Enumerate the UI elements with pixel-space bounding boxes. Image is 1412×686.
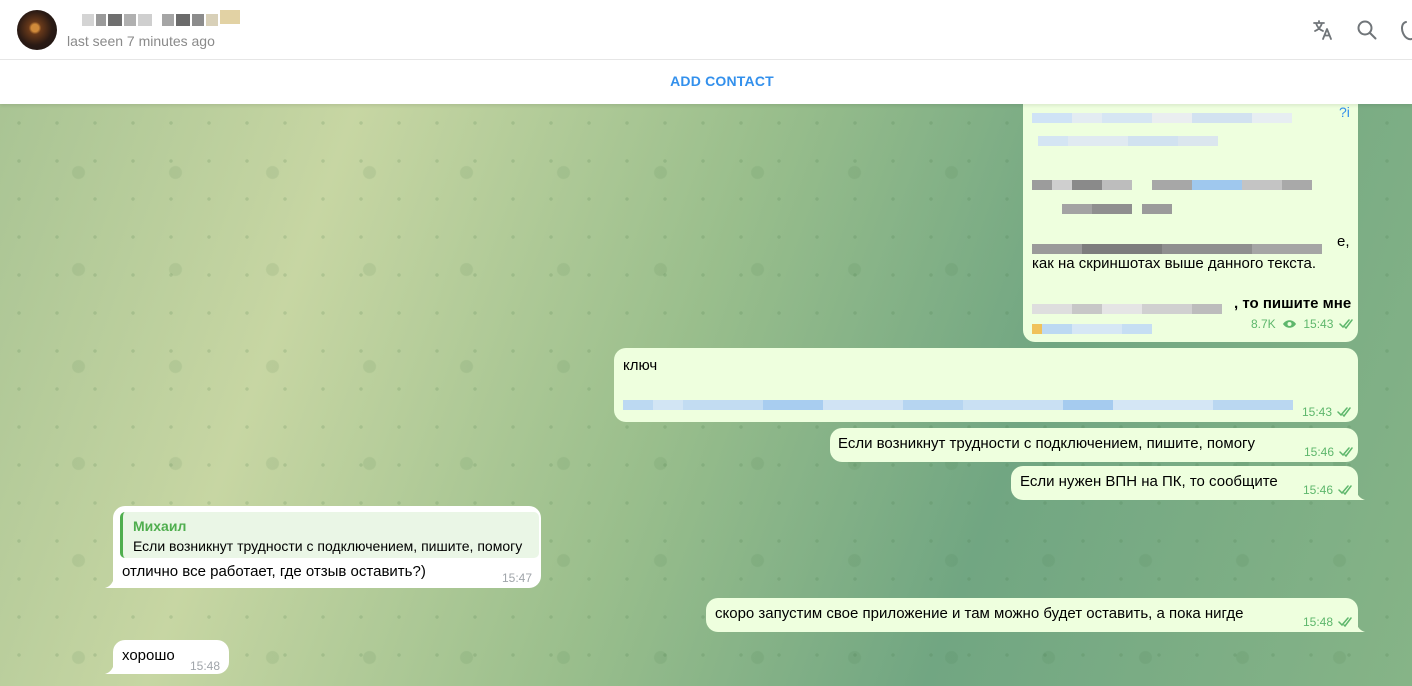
redacted-line <box>1062 200 1177 214</box>
redacted-key <box>623 396 1293 410</box>
message-time: 15:47 <box>502 571 533 585</box>
avatar[interactable] <box>17 10 57 50</box>
reply-quote[interactable]: Михаил Если возникнут трудности с подклю… <box>120 512 539 558</box>
message-time: 15:46 <box>1304 445 1335 459</box>
message-bold-text: , то пишите мне <box>1234 295 1352 312</box>
reply-author: Михаил <box>133 518 187 534</box>
last-seen-status: last seen 7 minutes ago <box>67 33 215 49</box>
message-text: хорошо <box>122 647 175 664</box>
redacted-line <box>1038 132 1223 146</box>
bubble-tail <box>1356 622 1365 632</box>
message-time: 15:48 <box>190 659 221 673</box>
translate-icon[interactable] <box>1311 18 1335 42</box>
bubble-tail <box>105 664 114 674</box>
contact-name-redacted[interactable] <box>82 10 242 28</box>
add-contact-bar: ADD CONTACT <box>0 60 1412 104</box>
double-check-icon <box>1338 485 1353 495</box>
add-contact-button[interactable]: ADD CONTACT <box>0 73 1412 89</box>
eye-icon <box>1283 320 1297 328</box>
message-time: 15:43 <box>1302 405 1333 419</box>
message-outgoing[interactable]: Если возникнут трудности с подключением,… <box>830 428 1358 462</box>
message-text: Если возникнут трудности с подключением,… <box>838 435 1256 452</box>
redacted-line <box>1032 109 1332 123</box>
redacted-char-tail: е, <box>1337 233 1350 250</box>
message-text: Если нужен ВПН на ПК, то сообщите <box>1020 473 1278 490</box>
message-incoming[interactable]: хорошо 15:48 <box>113 640 229 674</box>
message-text: как на скриншотах выше данного текста. <box>1032 255 1317 272</box>
message-time: 15:43 <box>1303 317 1334 331</box>
redacted-link-tail: ?i <box>1339 104 1350 120</box>
bubble-tail <box>1356 490 1365 500</box>
redacted-line <box>1032 300 1232 314</box>
double-check-icon <box>1339 319 1353 329</box>
message-outgoing[interactable]: Если нужен ВПН на ПК, то сообщите 15:46 <box>1011 466 1358 500</box>
message-meta: 15:46 <box>1303 480 1355 500</box>
message-outgoing[interactable]: ключ 15:43 <box>614 348 1358 422</box>
view-count: 8.7K <box>1251 317 1276 331</box>
message-text: отлично все работает, где отзыв оставить… <box>122 563 426 580</box>
search-icon[interactable] <box>1355 18 1379 42</box>
message-time: 15:46 <box>1303 483 1334 497</box>
redacted-line <box>1032 240 1342 254</box>
chat-header: last seen 7 minutes ago <box>0 0 1412 60</box>
message-meta: 15:46 <box>1304 442 1356 462</box>
message-time: 15:48 <box>1303 615 1334 629</box>
message-text: ключ <box>623 357 658 374</box>
double-check-icon <box>1337 407 1352 417</box>
redacted-line <box>1032 320 1152 334</box>
message-meta: 8.7K 15:43 <box>1251 314 1356 334</box>
message-outgoing-redacted[interactable]: ?i е, как на скриншотах выше данного тек… <box>1023 104 1358 342</box>
redacted-line <box>1032 176 1342 190</box>
double-check-icon <box>1339 447 1354 457</box>
double-check-icon <box>1338 617 1353 627</box>
chat-background: ?i е, как на скриншотах выше данного тек… <box>0 104 1412 686</box>
message-meta: 15:48 <box>1303 612 1355 632</box>
reply-text: Если возникнут трудности с подключением,… <box>133 538 523 554</box>
bubble-tail <box>105 578 114 588</box>
message-outgoing[interactable]: скоро запустим свое приложение и там мож… <box>706 598 1358 632</box>
message-meta: 15:43 <box>1302 402 1354 422</box>
phone-icon[interactable] <box>1398 18 1412 42</box>
message-text: скоро запустим свое приложение и там мож… <box>715 605 1244 622</box>
